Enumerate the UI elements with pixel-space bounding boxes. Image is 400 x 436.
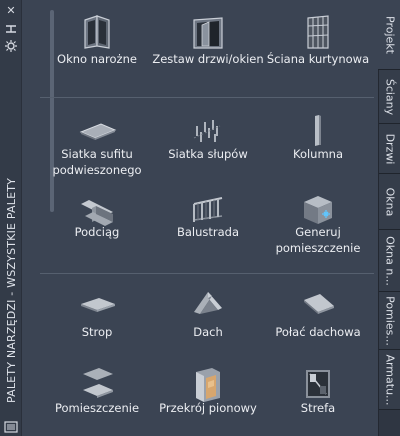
section-divider [40,97,374,98]
tab-drzwi[interactable]: Drzwi [379,124,400,174]
tool-label: Zestaw drzwi/okien [152,52,264,66]
tool-label: Połać dachowa [275,325,361,339]
column-icon [298,110,338,150]
scrollbar-thumb[interactable] [50,10,54,212]
properties-icon[interactable] [4,40,18,52]
roof-icon [188,286,228,326]
tab-projekt[interactable]: Projekt [378,0,400,70]
slab-icon [77,286,117,326]
tool-label: Generuj pomieszczenie [275,225,361,255]
tool-label: Kolumna [292,147,344,161]
tool-label: Ściana kurtynowa [266,52,370,66]
tab-okna[interactable]: Okna [379,174,400,230]
tab-armatura[interactable]: Armatu... [379,350,400,410]
tool-label: Strop [81,325,113,339]
space-icon [77,364,117,404]
tool-label: Balustrada [176,225,240,239]
tool-label: Pomieszczenie [54,401,140,415]
palette-tabs: Projekt Ściany Drzwi Okna Okna n... Pomi… [378,0,400,436]
tab-pomieszczenia[interactable]: Pomies... [379,292,400,350]
zone-icon [298,364,338,404]
autohide-icon[interactable] [4,23,18,35]
curtain-wall-icon [298,12,338,52]
section-divider [40,273,374,274]
tool-label: Siatka sufitu podwieszonego [52,147,142,177]
vertical-section-icon [188,364,228,404]
tool-label: Dach [193,325,223,339]
corner-window-icon [77,12,117,52]
tab-okna-narozne[interactable]: Okna n... [379,230,400,292]
palette-title-strip[interactable]: ✕ PALETY NARZĘDZI - WSZYSTKIE PALETY [0,0,22,436]
palette-menu-icon[interactable] [4,418,18,433]
tab-sciany[interactable]: Ściany [379,70,400,124]
close-icon[interactable]: ✕ [4,5,18,17]
tool-label: Strefa [300,401,336,415]
tool-label: Przekrój pionowy [159,401,257,415]
palette-title: PALETY NARZĘDZI - WSZYSTKIE PALETY [5,177,18,403]
roof-slab-icon [298,286,338,326]
tool-label: Okno narożne [57,52,137,66]
tool-label: Podciąg [74,225,120,239]
tool-label: Siatka słupów [168,147,248,161]
door-window-assembly-icon [188,12,228,52]
